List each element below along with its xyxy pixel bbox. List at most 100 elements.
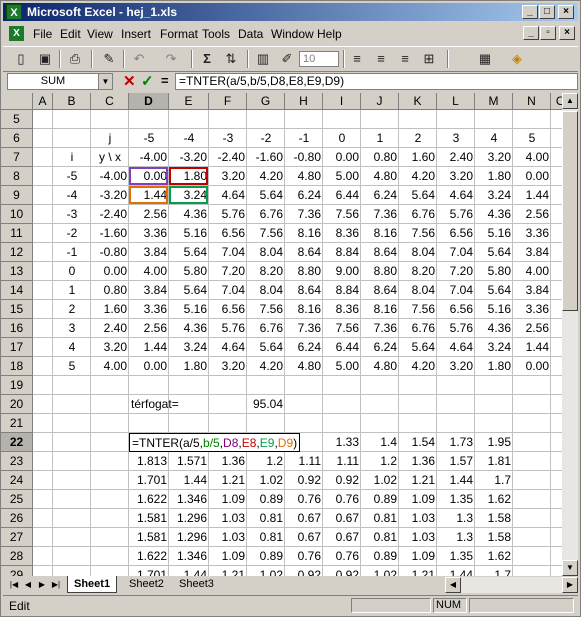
column-header-o[interactable]: O [551, 93, 562, 110]
scroll-down-icon[interactable]: ▼ [562, 560, 578, 576]
cell-k6[interactable]: 2 [399, 129, 437, 148]
cell-f6[interactable]: -3 [209, 129, 247, 148]
cell-l16[interactable]: 5.76 [437, 319, 475, 338]
cell-h11[interactable]: 8.16 [285, 224, 323, 243]
cell-h24[interactable]: 0.92 [285, 471, 323, 490]
row-header-29[interactable]: 29 [1, 566, 33, 576]
cell-k25[interactable]: 1.09 [399, 490, 437, 509]
menu-edit[interactable]: Edit [60, 27, 81, 41]
cell-f29[interactable]: 1.21 [209, 566, 247, 576]
cell-j15[interactable]: 8.16 [361, 300, 399, 319]
cell-h27[interactable]: 0.67 [285, 528, 323, 547]
cell-l24[interactable]: 1.44 [437, 471, 475, 490]
cell-e23[interactable]: 1.571 [169, 452, 209, 471]
cell-k13[interactable]: 8.20 [399, 262, 437, 281]
cell-i22[interactable]: 1.33 [323, 433, 361, 452]
cell-j26[interactable]: 0.81 [361, 509, 399, 528]
column-header-f[interactable]: F [209, 93, 247, 110]
edit-formula-icon[interactable]: = [161, 73, 169, 88]
cell-g11[interactable]: 7.56 [247, 224, 285, 243]
worksheet-grid[interactable]: ABCDEFGHIJKLMNO56j-5-4-3-2-10123457iy \ … [1, 93, 562, 576]
column-header-h[interactable]: H [285, 93, 323, 110]
cell-l15[interactable]: 6.56 [437, 300, 475, 319]
cell-k18[interactable]: 4.20 [399, 357, 437, 376]
cell-m13[interactable]: 5.80 [475, 262, 513, 281]
align-center-icon[interactable]: ≡ [371, 50, 391, 68]
cell-c7[interactable]: y \ x [91, 148, 129, 167]
align-left-icon[interactable]: ≡ [347, 50, 367, 68]
cell-m18[interactable]: 1.80 [475, 357, 513, 376]
cell-l27[interactable]: 1.3 [437, 528, 475, 547]
cell-m10[interactable]: 4.36 [475, 205, 513, 224]
cell-c12[interactable]: -0.80 [91, 243, 129, 262]
cell-n11[interactable]: 3.36 [513, 224, 551, 243]
cell-k29[interactable]: 1.21 [399, 566, 437, 576]
cell-l13[interactable]: 7.20 [437, 262, 475, 281]
cell-n16[interactable]: 2.56 [513, 319, 551, 338]
cell-l8[interactable]: 3.20 [437, 167, 475, 186]
cell-d24[interactable]: 1.701 [129, 471, 169, 490]
cell-l29[interactable]: 1.44 [437, 566, 475, 576]
row-header-21[interactable]: 21 [1, 414, 33, 433]
cell-g25[interactable]: 0.89 [247, 490, 285, 509]
cell-i17[interactable]: 6.44 [323, 338, 361, 357]
cell-f7[interactable]: -2.40 [209, 148, 247, 167]
close-icon[interactable]: × [558, 5, 574, 19]
cell-d17[interactable]: 1.44 [129, 338, 169, 357]
autosum-icon[interactable]: Σ [197, 50, 217, 68]
fill-color-icon[interactable]: ◈ [507, 50, 527, 68]
cell-j18[interactable]: 4.80 [361, 357, 399, 376]
cell-d11[interactable]: 3.36 [129, 224, 169, 243]
cell-f18[interactable]: 3.20 [209, 357, 247, 376]
doc-minimize-icon[interactable]: _ [523, 26, 539, 40]
menu-insert[interactable]: Insert [121, 27, 151, 41]
cell-h12[interactable]: 8.64 [285, 243, 323, 262]
cell-e12[interactable]: 5.64 [169, 243, 209, 262]
cell-e16[interactable]: 4.36 [169, 319, 209, 338]
cell-g24[interactable]: 1.02 [247, 471, 285, 490]
cell-i12[interactable]: 8.84 [323, 243, 361, 262]
cell-k11[interactable]: 7.56 [399, 224, 437, 243]
cell-b17[interactable]: 4 [53, 338, 91, 357]
cell-f9[interactable]: 4.64 [209, 186, 247, 205]
row-header-23[interactable]: 23 [1, 452, 33, 471]
cell-j9[interactable]: 6.24 [361, 186, 399, 205]
cell-d7[interactable]: -4.00 [129, 148, 169, 167]
cell-m25[interactable]: 1.62 [475, 490, 513, 509]
cell-g6[interactable]: -2 [247, 129, 285, 148]
cell-h15[interactable]: 8.16 [285, 300, 323, 319]
cell-i28[interactable]: 0.76 [323, 547, 361, 566]
cell-l26[interactable]: 1.3 [437, 509, 475, 528]
cell-g17[interactable]: 5.64 [247, 338, 285, 357]
cell-c14[interactable]: 0.80 [91, 281, 129, 300]
cell-l14[interactable]: 7.04 [437, 281, 475, 300]
cell-k22[interactable]: 1.54 [399, 433, 437, 452]
cell-k12[interactable]: 8.04 [399, 243, 437, 262]
reference-highlight-d9[interactable] [129, 186, 168, 204]
name-box[interactable]: SUM [7, 73, 99, 90]
cell-i23[interactable]: 1.11 [323, 452, 361, 471]
cell-i25[interactable]: 0.76 [323, 490, 361, 509]
cell-i24[interactable]: 0.92 [323, 471, 361, 490]
cell-m16[interactable]: 4.36 [475, 319, 513, 338]
cell-k28[interactable]: 1.09 [399, 547, 437, 566]
menu-window[interactable]: Window [271, 27, 314, 41]
cell-l7[interactable]: 2.40 [437, 148, 475, 167]
cell-e24[interactable]: 1.44 [169, 471, 209, 490]
cell-h14[interactable]: 8.64 [285, 281, 323, 300]
cell-g26[interactable]: 0.81 [247, 509, 285, 528]
cell-d12[interactable]: 3.84 [129, 243, 169, 262]
cell-n14[interactable]: 3.84 [513, 281, 551, 300]
prev-sheet-icon[interactable]: ◀ [21, 578, 35, 592]
menu-data[interactable]: Data [238, 27, 263, 41]
cell-k23[interactable]: 1.36 [399, 452, 437, 471]
scroll-left-icon[interactable]: ◀ [445, 577, 461, 593]
row-header-9[interactable]: 9 [1, 186, 33, 205]
row-header-17[interactable]: 17 [1, 338, 33, 357]
sort-icon[interactable]: ⇅ [221, 50, 241, 68]
cell-d26[interactable]: 1.581 [129, 509, 169, 528]
cell-n6[interactable]: 5 [513, 129, 551, 148]
cell-h10[interactable]: 7.36 [285, 205, 323, 224]
cell-j7[interactable]: 0.80 [361, 148, 399, 167]
cell-j29[interactable]: 1.02 [361, 566, 399, 576]
